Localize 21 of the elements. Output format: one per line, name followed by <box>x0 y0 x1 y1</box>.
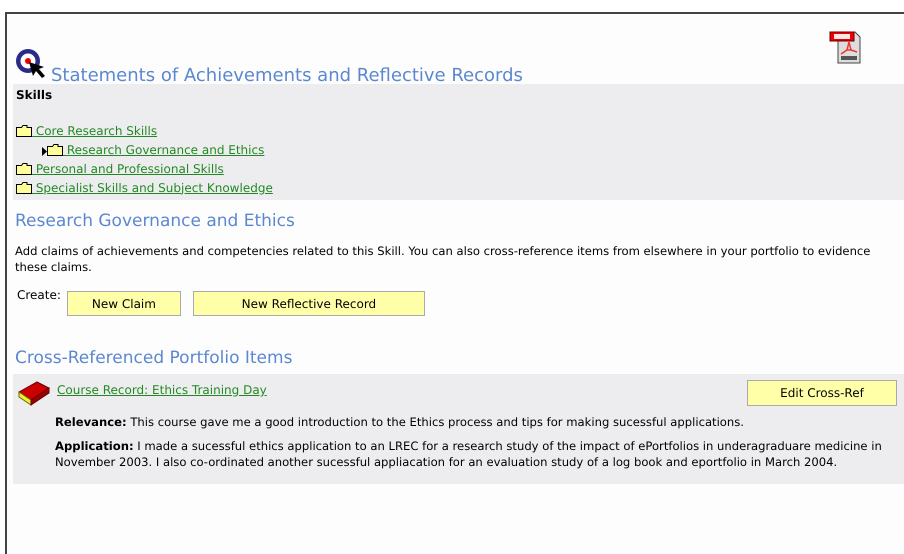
skill-link[interactable]: Personal and Professional Skills <box>32 162 224 176</box>
detail-text: Application: I made a sucessful ethics application to an LREC for a research study of the impact of ePortfolios in underagraduare medicine in November 2003. I also co-ordinated another sucessful appliacation for an evaluation study of a log book and eportfolio in March 2004. <box>55 438 883 470</box>
folder-icon <box>16 162 32 174</box>
folder-icon <box>16 182 32 194</box>
folder-icon <box>16 124 32 136</box>
detail-text: Relevance: This course gave me a good introduction to the Ethics process and tips for making sucessful applications. <box>55 414 745 430</box>
create-button[interactable]: New Reflective Record <box>192 291 425 316</box>
description-text: Add claims of achievements and competencies related to this Skill. You can also cross-reference items from elsewhere in your portfolio to evidence these claims. <box>15 243 872 275</box>
page-title: Statements of Achievements and Reflective Records <box>51 65 523 86</box>
create-label: Create: <box>17 288 61 302</box>
folder-icon <box>47 144 63 156</box>
skill-link[interactable]: Specialist Skills and Subject Knowledge <box>32 180 273 194</box>
skill-link[interactable]: Core Research Skills <box>32 124 158 138</box>
skills-heading: Skills <box>16 88 52 102</box>
create-button[interactable]: New Claim <box>66 291 181 316</box>
section-title: Research Governance and Ethics <box>15 211 296 231</box>
skill-link[interactable]: Research Governance and Ethics <box>63 142 264 156</box>
section-title: Cross-Referenced Portfolio Items <box>15 348 294 368</box>
portfolio-item-link[interactable]: Course Record: Ethics Training Day <box>57 383 747 397</box>
edit-button[interactable]: Edit Cross-Ref <box>747 380 897 406</box>
book-icon <box>17 380 51 406</box>
